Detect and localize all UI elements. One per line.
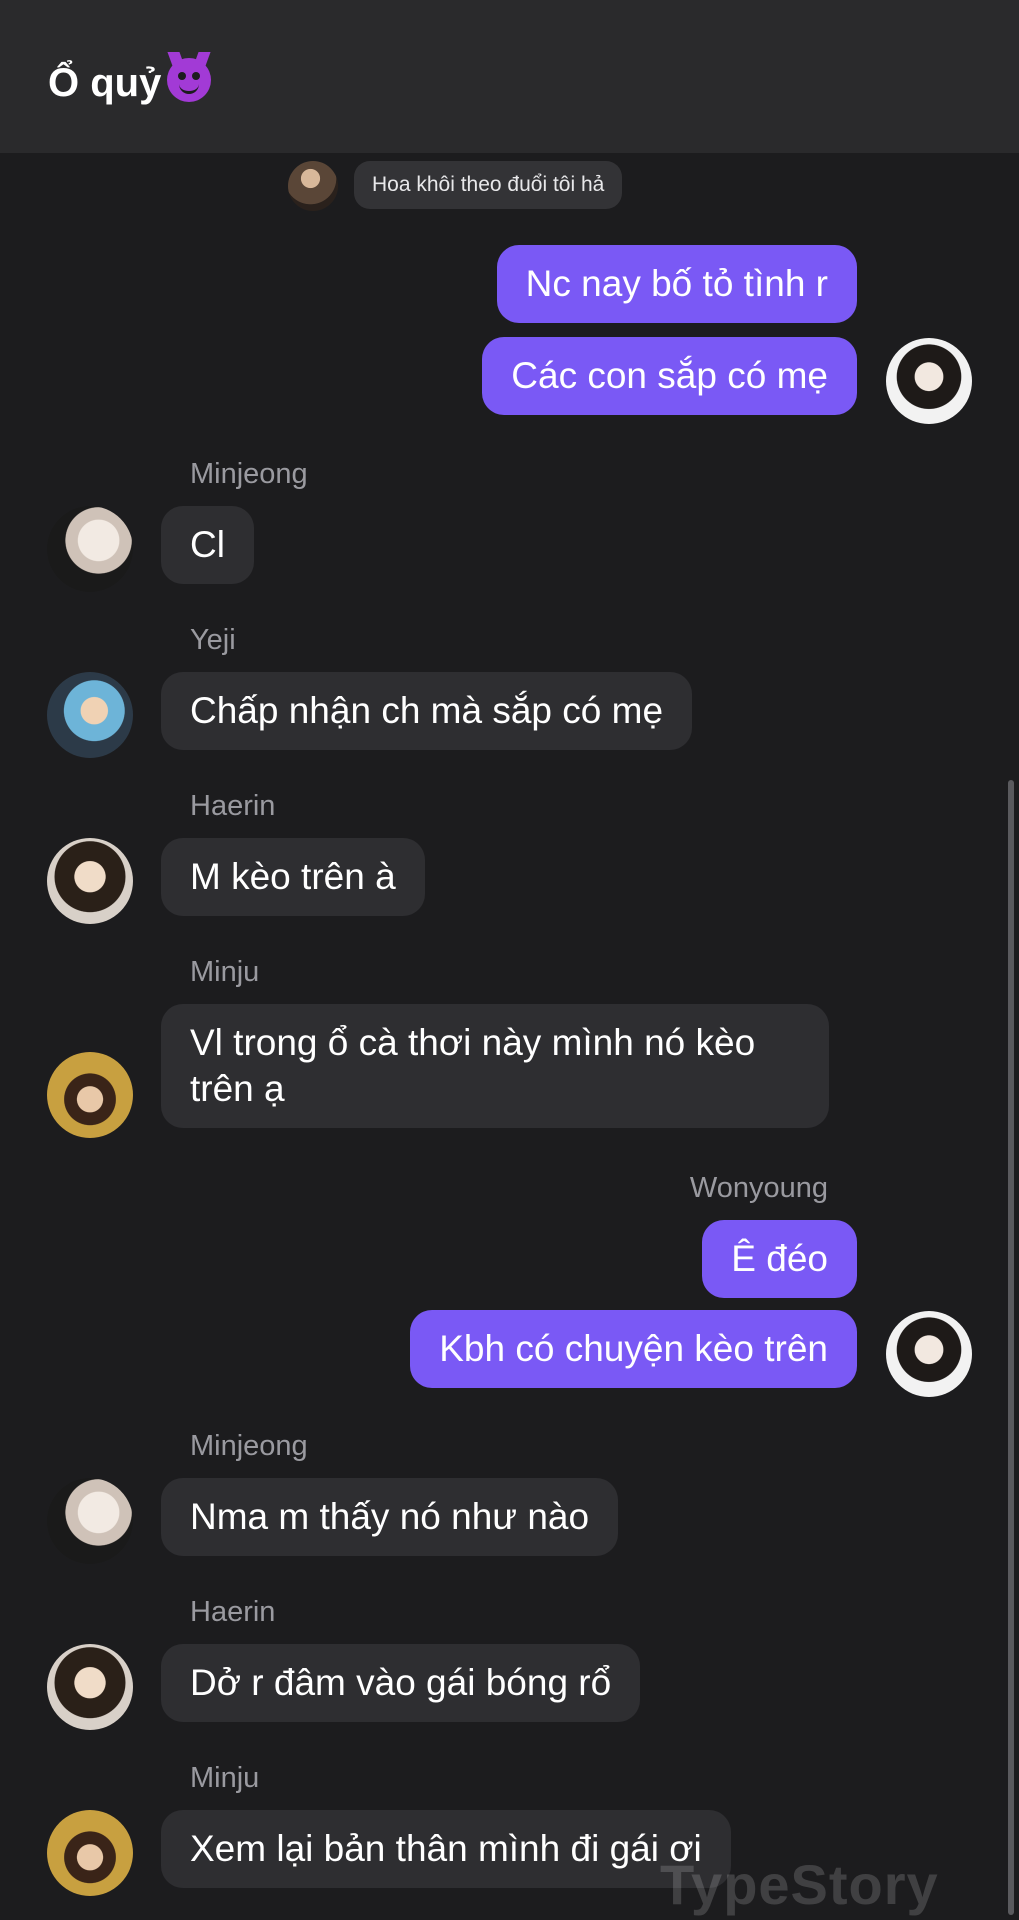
message-bubble[interactable]: Nc nay bố tỏ tình r bbox=[496, 245, 857, 323]
message-bubble[interactable]: Các con sắp có mẹ bbox=[482, 337, 857, 415]
message-bubble[interactable]: Ê đéo bbox=[702, 1220, 857, 1298]
message-bubble[interactable]: Kbh có chuyện kèo trên bbox=[410, 1310, 857, 1388]
chat-title-text: Ổ quỷ bbox=[48, 61, 162, 105]
avatar-yeji[interactable] bbox=[47, 672, 133, 758]
message-bubble[interactable]: Xem lại bản thân mình đi gái ơi bbox=[161, 1810, 731, 1888]
sender-name: Minju bbox=[190, 1762, 260, 1794]
avatar-haerin[interactable] bbox=[47, 838, 133, 924]
avatar-wonyoung[interactable] bbox=[886, 1311, 972, 1397]
message-bubble[interactable]: Dở r đâm vào gái bóng rổ bbox=[161, 1644, 641, 1722]
sender-name: Haerin bbox=[190, 1596, 276, 1628]
sender-name: Minjeong bbox=[190, 458, 308, 490]
chat-header: Ổ quỷ bbox=[0, 0, 1019, 153]
reply-preview-text: Hoa khôi theo đuổi tôi hả bbox=[354, 161, 623, 209]
sender-name: Minju bbox=[190, 956, 260, 988]
sender-name: Minjeong bbox=[190, 1430, 308, 1462]
sender-name: Haerin bbox=[190, 790, 276, 822]
message-bubble[interactable]: M kèo trên à bbox=[161, 838, 425, 916]
message-bubble[interactable]: Nma m thấy nó như nào bbox=[161, 1478, 619, 1556]
avatar-minju[interactable] bbox=[47, 1052, 133, 1138]
message-bubble[interactable]: Chấp nhận ch mà sắp có mẹ bbox=[161, 672, 693, 750]
avatar-minjeong[interactable] bbox=[47, 506, 133, 592]
devil-emoji-icon bbox=[167, 58, 212, 102]
message-bubble[interactable]: Cl bbox=[161, 506, 254, 584]
avatar-wonyoung[interactable] bbox=[886, 338, 972, 424]
chat-title[interactable]: Ổ quỷ bbox=[48, 58, 212, 106]
avatar-haerin[interactable] bbox=[47, 1644, 133, 1730]
avatar-minjeong[interactable] bbox=[47, 1478, 133, 1564]
watermark: TypeStory bbox=[660, 1853, 939, 1916]
avatar-minju[interactable] bbox=[47, 1810, 133, 1896]
scrollbar[interactable] bbox=[1008, 780, 1014, 1915]
message-bubble[interactable]: Vl trong ổ cà thơi này mình nó kèo trên … bbox=[161, 1004, 829, 1128]
avatar bbox=[288, 161, 338, 211]
sender-name: Yeji bbox=[190, 624, 236, 656]
sender-name: Wonyoung bbox=[689, 1172, 828, 1204]
